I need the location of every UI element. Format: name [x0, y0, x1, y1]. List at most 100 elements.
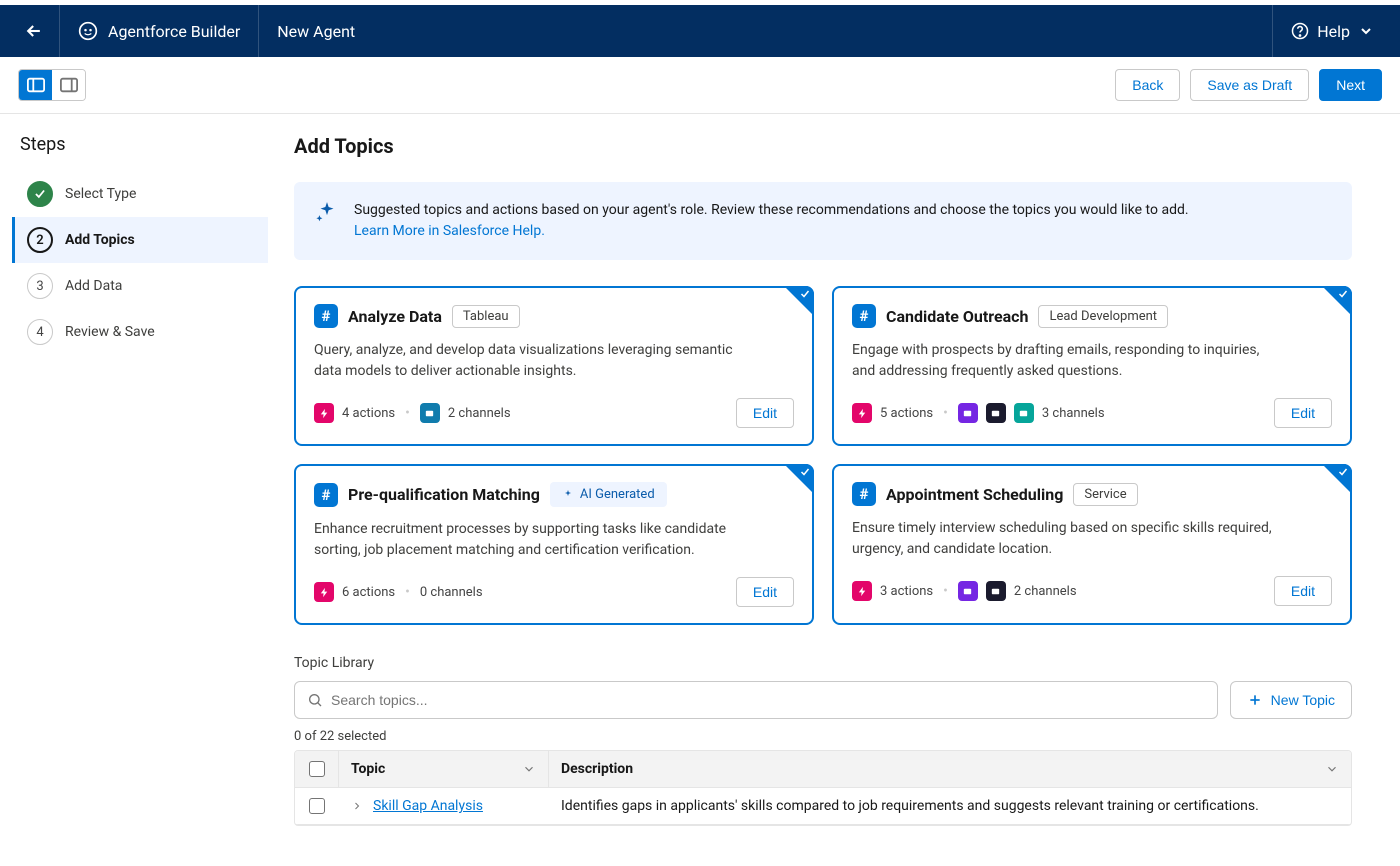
channel-icon: [986, 403, 1006, 423]
main-content: Add Topics Suggested topics and actions …: [268, 114, 1378, 866]
save-draft-button[interactable]: Save as Draft: [1190, 69, 1309, 101]
library-title: Topic Library: [294, 655, 1352, 671]
channel-icon: [958, 581, 978, 601]
chevron-right-icon[interactable]: [351, 800, 363, 812]
back-button[interactable]: Back: [1115, 69, 1180, 101]
step-label: Add Data: [65, 278, 122, 294]
ai-generated-tag: AI Generated: [550, 482, 667, 507]
layout-panel-right-button[interactable]: [52, 70, 85, 100]
app-title: Agentforce Builder: [108, 22, 240, 41]
chevron-down-icon: [522, 762, 536, 776]
topic-card[interactable]: # Analyze Data Tableau Query, analyze, and …: [294, 286, 814, 446]
step-label: Review & Save: [65, 324, 155, 340]
card-title: Analyze Data: [348, 307, 442, 326]
hash-icon: #: [852, 482, 876, 506]
description-column-header[interactable]: Description: [549, 751, 1351, 787]
topic-link[interactable]: Skill Gap Analysis: [373, 798, 483, 814]
next-button[interactable]: Next: [1319, 69, 1382, 101]
topic-tag: Lead Development: [1038, 305, 1168, 328]
card-description: Enhance recruitment processes by support…: [314, 519, 734, 561]
channel-icon: [1014, 403, 1034, 423]
suggestions-banner: Suggested topics and actions based on yo…: [294, 182, 1352, 260]
search-container: [294, 681, 1218, 719]
layout-toggle: [18, 69, 86, 101]
row-description: Identifies gaps in applicants' skills co…: [549, 788, 1351, 824]
channels-count: 0 channels: [420, 585, 483, 600]
banner-text: Suggested topics and actions based on yo…: [354, 202, 1189, 218]
channel-icon: [958, 403, 978, 423]
actions-icon: [314, 403, 334, 423]
hash-icon: #: [314, 483, 338, 507]
topic-cards-grid: # Analyze Data Tableau Query, analyze, and …: [294, 286, 1352, 625]
step-add-data[interactable]: 3Add Data: [12, 263, 268, 309]
card-title: Appointment Scheduling: [886, 485, 1063, 504]
step-label: Add Topics: [65, 232, 135, 248]
channels-count: 3 channels: [1042, 406, 1105, 421]
row-checkbox[interactable]: [309, 798, 325, 814]
chevron-down-icon: [1358, 23, 1374, 39]
topic-column-header[interactable]: Topic: [339, 751, 549, 787]
plus-icon: [1247, 692, 1263, 708]
channels-count: 2 channels: [1014, 584, 1077, 599]
edit-button[interactable]: Edit: [736, 398, 794, 428]
channels-count: 2 channels: [448, 406, 511, 421]
table-row: Skill Gap Analysis Identifies gaps in app…: [295, 788, 1351, 825]
actions-icon: [314, 582, 334, 602]
card-title: Pre-qualification Matching: [348, 485, 540, 504]
card-description: Engage with prospects by drafting emails…: [852, 340, 1272, 382]
layout-panel-left-button[interactable]: [19, 70, 52, 100]
topic-card[interactable]: # Appointment Scheduling Service Ensure tim…: [832, 464, 1352, 625]
new-topic-label: New Topic: [1271, 692, 1335, 708]
help-icon: [1291, 22, 1309, 40]
arrow-left-icon: [24, 21, 44, 41]
banner-learn-more-link[interactable]: Learn More in Salesforce Help.: [354, 223, 545, 239]
table-header-row: Topic Description: [295, 751, 1351, 788]
topic-card[interactable]: # Candidate Outreach Lead Development Engag…: [832, 286, 1352, 446]
topic-library-section: Topic Library New Topic 0 of 22 selected…: [294, 655, 1352, 826]
hash-icon: #: [852, 304, 876, 328]
search-icon: [307, 692, 323, 708]
edit-button[interactable]: Edit: [736, 577, 794, 607]
sparkle-icon: [314, 200, 340, 226]
help-label: Help: [1317, 22, 1350, 41]
help-menu[interactable]: Help: [1272, 5, 1392, 57]
actions-icon: [852, 581, 872, 601]
step-review-&-save[interactable]: 4Review & Save: [12, 309, 268, 355]
panel-right-icon: [60, 77, 78, 93]
agent-name: New Agent: [259, 22, 373, 41]
selection-count: 0 of 22 selected: [294, 729, 1352, 744]
step-label: Select Type: [65, 186, 136, 202]
sidebar-title: Steps: [20, 134, 268, 155]
steps-sidebar: Steps Select Type 2Add Topics3Add Data4Re…: [0, 114, 268, 866]
channel-icon: [420, 403, 440, 423]
topic-tag: Service: [1073, 483, 1137, 506]
step-select-type[interactable]: Select Type: [12, 171, 268, 217]
edit-button[interactable]: Edit: [1274, 576, 1332, 606]
channel-icon: [986, 581, 1006, 601]
actions-count: 5 actions: [880, 406, 933, 421]
app-title-region: Agentforce Builder: [60, 5, 259, 57]
actions-count: 3 actions: [880, 584, 933, 599]
app-header: Agentforce Builder New Agent Help: [0, 5, 1400, 57]
topic-tag: Tableau: [452, 305, 520, 328]
page-title: Add Topics: [294, 134, 1352, 158]
agentforce-logo-icon: [78, 21, 98, 41]
action-toolbar: Back Save as Draft Next: [0, 57, 1400, 114]
actions-count: 6 actions: [342, 585, 395, 600]
actions-count: 4 actions: [342, 406, 395, 421]
card-description: Query, analyze, and develop data visuali…: [314, 340, 734, 382]
select-all-checkbox[interactable]: [309, 761, 325, 777]
new-topic-button[interactable]: New Topic: [1230, 681, 1352, 719]
search-input[interactable]: [323, 692, 1205, 708]
step-add-topics[interactable]: 2Add Topics: [12, 217, 268, 263]
chevron-down-icon: [1325, 762, 1339, 776]
edit-button[interactable]: Edit: [1274, 398, 1332, 428]
actions-icon: [852, 403, 872, 423]
hash-icon: #: [314, 304, 338, 328]
topic-card[interactable]: # Pre-qualification Matching AI Generated E…: [294, 464, 814, 625]
card-description: Ensure timely interview scheduling based…: [852, 518, 1272, 560]
card-title: Candidate Outreach: [886, 307, 1028, 326]
topic-library-table: Topic Description Skill Gap Analysis Iden…: [294, 750, 1352, 826]
back-arrow-button[interactable]: [8, 5, 60, 57]
panel-left-icon: [27, 77, 45, 93]
